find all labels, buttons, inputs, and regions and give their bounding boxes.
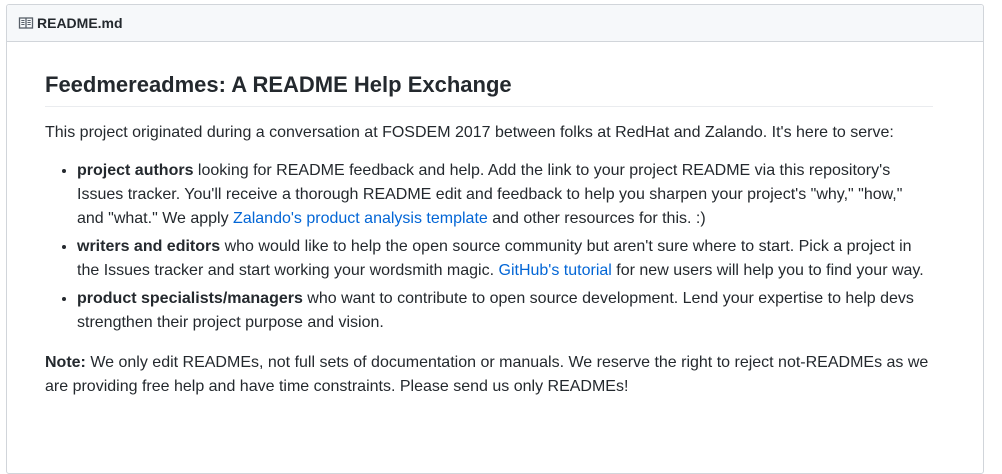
note-label: Note: xyxy=(45,354,86,371)
list-item: project authors looking for README feedb… xyxy=(77,159,933,231)
audience-list: project authors looking for README feedb… xyxy=(45,159,933,335)
item-bold-label: product specialists/managers xyxy=(77,290,303,307)
readme-body: Feedmereadmes: A README Help Exchange Th… xyxy=(45,70,933,399)
list-item: product specialists/managers who want to… xyxy=(77,287,933,335)
github-tutorial-link[interactable]: GitHub's tutorial xyxy=(499,262,612,279)
item-bold-label: writers and editors xyxy=(77,238,221,255)
item-text: and other resources for this. :) xyxy=(487,210,706,227)
list-item: writers and editors who would like to he… xyxy=(77,235,933,283)
note-text: We only edit READMEs, not full sets of d… xyxy=(45,354,929,395)
item-bold-label: project authors xyxy=(77,162,194,179)
readme-title: Feedmereadmes: A README Help Exchange xyxy=(45,70,933,107)
intro-paragraph: This project originated during a convers… xyxy=(45,124,894,141)
item-text: for new users will help you to find your… xyxy=(611,262,924,279)
book-icon xyxy=(18,15,34,31)
product-analysis-template-link[interactable]: Zalando's product analysis template xyxy=(233,210,488,227)
note-paragraph: Note: We only edit READMEs, not full set… xyxy=(45,351,933,399)
readme-filename[interactable]: README.md xyxy=(37,15,123,31)
readme-header: README.md xyxy=(7,5,983,42)
